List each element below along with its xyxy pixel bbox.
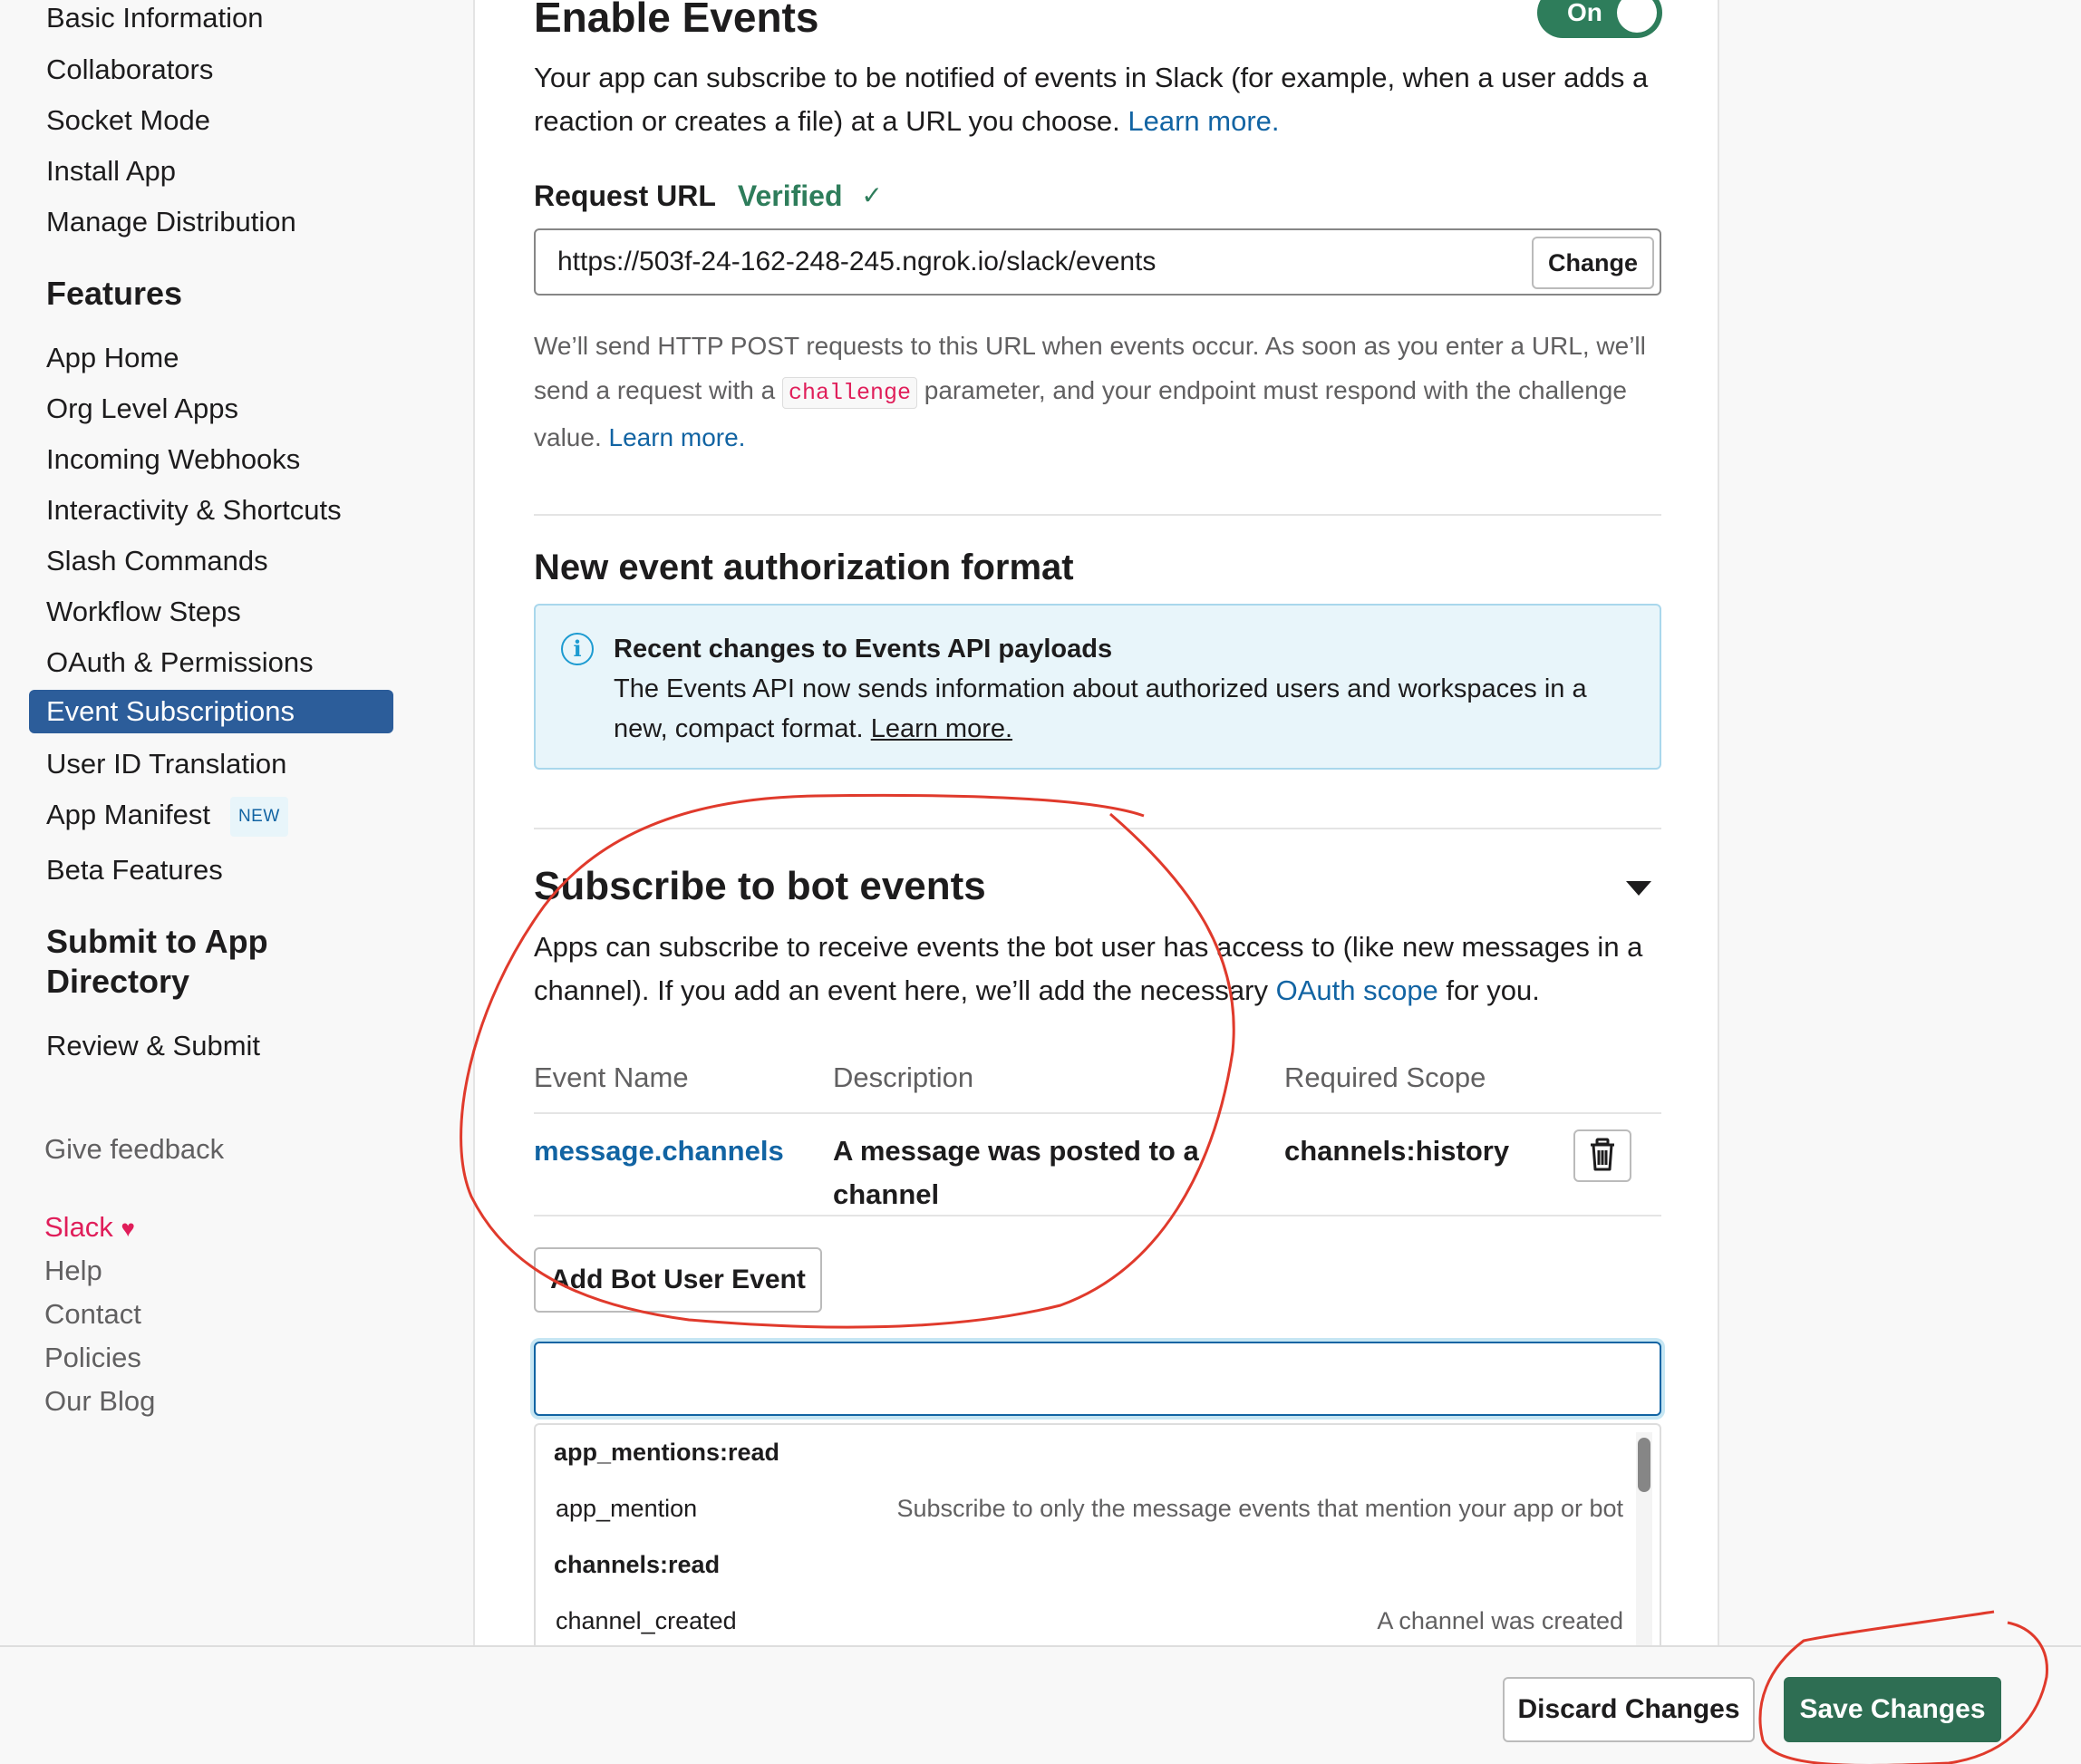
info-body-text: The Events API now sends information abo… <box>614 674 1587 743</box>
toggle-knob <box>1617 0 1657 33</box>
event-search-input[interactable] <box>534 1342 1661 1416</box>
sidebar: Basic Information Collaborators Socket M… <box>0 0 473 1645</box>
our-blog-link[interactable]: Our Blog <box>44 1383 155 1420</box>
event-scope: channels:history <box>1284 1135 1510 1167</box>
sidebar-item-app-manifest[interactable]: App Manifest NEW <box>46 797 288 837</box>
enable-events-description: Your app can subscribe to be notified of… <box>534 56 1676 143</box>
sidebar-item-install-app[interactable]: Install App <box>46 153 176 189</box>
info-learn-more-link[interactable]: Learn more. <box>871 714 1012 743</box>
sidebar-heading-submit-line2: Directory <box>46 963 190 1000</box>
sidebar-item-incoming-webhooks[interactable]: Incoming Webhooks <box>46 441 300 478</box>
sidebar-item-socket-mode[interactable]: Socket Mode <box>46 102 210 139</box>
contact-link[interactable]: Contact <box>44 1296 141 1333</box>
sidebar-item-basic-information[interactable]: Basic Information <box>46 0 264 36</box>
dropdown-group-header: channels:read <box>554 1551 721 1578</box>
challenge-code: challenge <box>781 377 917 409</box>
enable-events-toggle[interactable]: On <box>1537 0 1662 38</box>
sidebar-item-collaborators[interactable]: Collaborators <box>46 52 213 88</box>
trash-icon <box>1591 1138 1614 1171</box>
section-divider <box>534 828 1661 829</box>
table-divider <box>534 1112 1661 1114</box>
description-line: reaction or creates a file) at a URL you… <box>534 105 1120 137</box>
bot-events-title: Subscribe to bot events <box>534 864 986 908</box>
sidebar-item-oauth-permissions[interactable]: OAuth & Permissions <box>46 645 314 681</box>
request-url-label: Request URL <box>534 179 716 212</box>
info-title: Recent changes to Events API payloads <box>614 635 1113 664</box>
description-line: Apps can subscribe to receive events the… <box>534 931 1643 963</box>
request-url-label-row: Request URL Verified ✓ <box>534 177 883 215</box>
info-body: The Events API now sends information abo… <box>614 669 1629 749</box>
slack-link[interactable]: Slack ♥ <box>44 1209 135 1246</box>
section-divider <box>534 514 1661 516</box>
column-header-required-scope: Required Scope <box>1284 1061 1486 1093</box>
option-description: A channel was created <box>1377 1607 1623 1634</box>
event-name-link[interactable]: message.channels <box>534 1129 784 1173</box>
sidebar-item-manage-distribution[interactable]: Manage Distribution <box>46 204 296 240</box>
save-changes-button[interactable]: Save Changes <box>1784 1677 2001 1742</box>
main-panel: Enable Events On Your app can subscribe … <box>473 0 1719 1645</box>
help-line: We’ll send HTTP POST requests to this UR… <box>534 332 1646 360</box>
policies-link[interactable]: Policies <box>44 1340 141 1376</box>
dropdown-group-header: app_mentions:read <box>554 1439 780 1466</box>
heart-icon: ♥ <box>121 1215 135 1242</box>
sidebar-item-slash-commands[interactable]: Slash Commands <box>46 543 268 579</box>
request-url-help: We’ll send HTTP POST requests to this UR… <box>534 324 1676 460</box>
auth-format-title: New event authorization format <box>534 548 1074 587</box>
add-bot-user-event-button[interactable]: Add Bot User Event <box>534 1247 822 1313</box>
help-line: value. <box>534 423 602 451</box>
oauth-scope-link[interactable]: OAuth scope <box>1276 974 1438 1006</box>
help-learn-more-link[interactable]: Learn more. <box>609 423 746 451</box>
option-description: Subscribe to only the message events tha… <box>896 1495 1623 1522</box>
bot-events-description: Apps can subscribe to receive events the… <box>534 926 1676 1013</box>
description-line: for you. <box>1446 974 1540 1006</box>
new-badge: NEW <box>229 797 288 837</box>
description-line: channel). If you add an event here, we’l… <box>534 974 1268 1006</box>
help-link[interactable]: Help <box>44 1253 102 1289</box>
sidebar-item-beta-features[interactable]: Beta Features <box>46 852 223 888</box>
event-dropdown: app_mentions:read app_mention Subscribe … <box>534 1423 1661 1645</box>
column-header-description: Description <box>833 1061 974 1093</box>
dropdown-scroll-thumb[interactable] <box>1638 1438 1650 1492</box>
sidebar-item-label: Event Subscriptions <box>46 695 295 727</box>
discard-changes-button[interactable]: Discard Changes <box>1503 1677 1755 1742</box>
option-name: app_mention <box>556 1495 698 1522</box>
sidebar-heading-features: Features <box>46 275 183 312</box>
save-bar: Discard Changes Save Changes <box>0 1645 2081 1764</box>
sidebar-item-interactivity[interactable]: Interactivity & Shortcuts <box>46 492 342 528</box>
help-line: send a request with a <box>534 376 776 404</box>
sidebar-heading-submit: Submit to App <box>46 923 268 960</box>
option-name: channel_created <box>556 1607 737 1634</box>
info-icon: i <box>561 633 594 665</box>
sidebar-item-workflow-steps[interactable]: Workflow Steps <box>46 594 241 630</box>
sidebar-item-user-id-translation[interactable]: User ID Translation <box>46 746 286 782</box>
sidebar-item-label: App Manifest <box>46 799 210 831</box>
table-divider <box>534 1215 1661 1216</box>
collapse-caret-icon[interactable] <box>1626 881 1651 896</box>
verified-label: Verified <box>737 179 843 212</box>
change-url-button[interactable]: Change <box>1532 237 1654 289</box>
learn-more-link[interactable]: Learn more. <box>1128 105 1279 137</box>
request-url-value: https://503f-24-162-248-245.ngrok.io/sla… <box>557 247 1157 276</box>
toggle-label: On <box>1567 0 1602 26</box>
check-icon: ✓ <box>861 181 883 209</box>
slack-label: Slack <box>44 1211 113 1243</box>
help-line: parameter, and your endpoint must respon… <box>924 376 1627 404</box>
give-feedback-link[interactable]: Give feedback <box>44 1131 224 1168</box>
column-header-event-name: Event Name <box>534 1061 689 1093</box>
enable-events-title: Enable Events <box>534 0 819 41</box>
description-line: Your app can subscribe to be notified of… <box>534 62 1649 93</box>
request-url-field[interactable]: https://503f-24-162-248-245.ngrok.io/sla… <box>534 228 1661 296</box>
sidebar-item-org-level-apps[interactable]: Org Level Apps <box>46 391 238 427</box>
event-description: A message was posted to a channel <box>833 1135 1199 1210</box>
sidebar-item-event-subscriptions[interactable]: Event Subscriptions <box>29 690 393 733</box>
sidebar-item-app-home[interactable]: App Home <box>46 340 179 376</box>
delete-event-button[interactable] <box>1573 1129 1631 1182</box>
info-banner: i Recent changes to Events API payloads … <box>534 604 1661 770</box>
sidebar-item-review-submit[interactable]: Review & Submit <box>46 1028 260 1064</box>
